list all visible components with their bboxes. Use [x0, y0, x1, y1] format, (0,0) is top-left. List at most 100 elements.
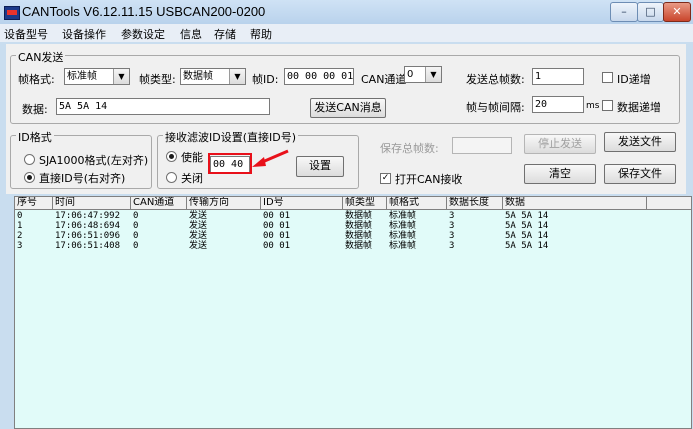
frame-id-input[interactable]: 00 00 00 01: [284, 68, 354, 85]
can-channel-label: CAN通道:: [361, 73, 411, 86]
cell-time: 17:06:47:992: [55, 211, 121, 221]
save-total-input: [452, 137, 512, 154]
cell-time: 17:06:48:694: [55, 221, 121, 231]
cell-frame-format: 标准帧: [389, 231, 417, 241]
id-increment-label: ID递增: [617, 73, 651, 86]
sja1000-format-label: SJA1000格式(左对齐): [39, 154, 149, 167]
send-count-input[interactable]: 1: [532, 68, 584, 85]
frame-format-select[interactable]: 标准帧 ▼: [64, 68, 130, 85]
minimize-button[interactable]: –: [610, 2, 638, 22]
cell-data: 5A 5A 14: [505, 221, 549, 231]
filter-enable-label: 使能: [181, 151, 203, 164]
frame-interval-label: 帧与帧间隔:: [466, 101, 525, 114]
control-panel: CAN发送 帧格式: 标准帧 ▼ 帧类型: 数据帧 ▼ 帧ID: 00 00 0…: [6, 44, 686, 194]
column-header-direction[interactable]: 传输方向: [187, 197, 261, 210]
red-arrow-icon: [252, 149, 289, 167]
menu-device-model[interactable]: 设备型号: [4, 26, 48, 42]
column-header-frame-type[interactable]: 帧类型: [343, 197, 387, 210]
cell-frame-type: 数据帧: [345, 211, 373, 221]
cell-data-length: 3: [449, 221, 455, 231]
frame-type-select[interactable]: 数据帧 ▼: [180, 68, 246, 85]
data-increment-label: 数据递增: [617, 101, 661, 114]
cell-direction: 发送: [189, 211, 208, 221]
cell-data-length: 3: [449, 211, 455, 221]
can-channel-value: 0: [407, 69, 414, 80]
cell-can-channel: 0: [133, 241, 139, 251]
cell-index: 1: [17, 221, 23, 231]
column-header-index[interactable]: 序号: [15, 197, 53, 210]
id-format-group-label: ID格式: [16, 129, 54, 145]
data-input[interactable]: 5A 5A 14: [56, 98, 270, 115]
data-increment-checkbox[interactable]: [602, 100, 613, 111]
cell-frame-type: 数据帧: [345, 231, 373, 241]
send-count-label: 发送总帧数:: [466, 73, 525, 86]
cell-frame-type: 数据帧: [345, 241, 373, 251]
can-send-group-label: CAN发送: [16, 49, 66, 65]
frame-interval-input[interactable]: 20: [532, 96, 584, 113]
cell-time: 17:06:51:408: [55, 241, 121, 251]
chevron-down-icon: ▼: [425, 67, 441, 82]
cell-id: 00 01: [263, 241, 291, 251]
column-header-time[interactable]: 时间: [53, 197, 131, 210]
frame-format-label: 帧格式:: [18, 73, 55, 86]
cell-direction: 发送: [189, 221, 208, 231]
filter-disable-radio[interactable]: [166, 172, 177, 183]
cell-data: 5A 5A 14: [505, 231, 549, 241]
column-header-data-length[interactable]: 数据长度: [447, 197, 503, 210]
frame-format-value: 标准帧: [67, 71, 97, 82]
direct-id-label: 直接ID号(右对齐): [39, 172, 126, 185]
direct-id-radio[interactable]: [24, 172, 35, 183]
column-header-frame-format[interactable]: 帧格式: [387, 197, 447, 210]
message-table[interactable]: 序号 时间 CAN通道 传输方向 ID号 帧类型 帧格式 数据长度 数据 0 17…: [14, 196, 692, 429]
column-header-id[interactable]: ID号: [261, 197, 343, 210]
menu-info[interactable]: 信息: [180, 26, 202, 42]
clear-button[interactable]: 清空: [524, 164, 596, 184]
open-can-receive-label: 打开CAN接收: [395, 173, 463, 186]
menu-help[interactable]: 帮助: [250, 26, 272, 42]
column-header-data[interactable]: 数据: [503, 197, 647, 210]
cell-direction: 发送: [189, 231, 208, 241]
filter-group-label: 接收滤波ID设置(直接ID号): [163, 129, 299, 145]
cell-index: 3: [17, 241, 23, 251]
column-header-filler: [647, 197, 691, 210]
frame-type-value: 数据帧: [183, 71, 213, 82]
open-can-receive-checkbox[interactable]: ✓: [380, 173, 391, 184]
data-label: 数据:: [22, 103, 48, 116]
send-can-message-button[interactable]: 发送CAN消息: [310, 98, 386, 118]
cell-can-channel: 0: [133, 231, 139, 241]
interval-unit: ms: [586, 101, 600, 111]
cell-can-channel: 0: [133, 211, 139, 221]
send-file-button[interactable]: 发送文件: [604, 132, 676, 152]
cell-frame-format: 标准帧: [389, 211, 417, 221]
frame-id-label: 帧ID:: [252, 73, 279, 86]
cell-id: 00 01: [263, 231, 291, 241]
cell-frame-format: 标准帧: [389, 221, 417, 231]
column-header-can-channel[interactable]: CAN通道: [131, 197, 187, 210]
highlight-box: [208, 153, 252, 174]
chevron-down-icon: ▼: [229, 69, 245, 84]
filter-set-button[interactable]: 设置: [296, 156, 344, 177]
chevron-down-icon: ▼: [113, 69, 129, 84]
can-channel-select[interactable]: 0 ▼: [404, 66, 442, 83]
menu-device-operation[interactable]: 设备操作: [62, 26, 106, 42]
stop-send-button[interactable]: 停止发送: [524, 134, 596, 154]
maximize-button[interactable]: □: [637, 2, 664, 22]
cell-id: 00 01: [263, 211, 291, 221]
id-increment-checkbox[interactable]: [602, 72, 613, 83]
sja1000-format-radio[interactable]: [24, 154, 35, 165]
cell-direction: 发送: [189, 241, 208, 251]
cell-index: 2: [17, 231, 23, 241]
cell-time: 17:06:51:096: [55, 231, 121, 241]
cell-index: 0: [17, 211, 23, 221]
menu-parameter-settings[interactable]: 参数设定: [121, 26, 165, 42]
cell-frame-type: 数据帧: [345, 221, 373, 231]
filter-enable-radio[interactable]: [166, 151, 177, 162]
cell-can-channel: 0: [133, 221, 139, 231]
filter-disable-label: 关闭: [181, 172, 203, 185]
cell-data: 5A 5A 14: [505, 211, 549, 221]
save-file-button[interactable]: 保存文件: [604, 164, 676, 184]
close-button[interactable]: ✕: [663, 2, 691, 22]
menu-storage[interactable]: 存储: [214, 26, 236, 42]
cell-frame-format: 标准帧: [389, 241, 417, 251]
cell-data-length: 3: [449, 231, 455, 241]
